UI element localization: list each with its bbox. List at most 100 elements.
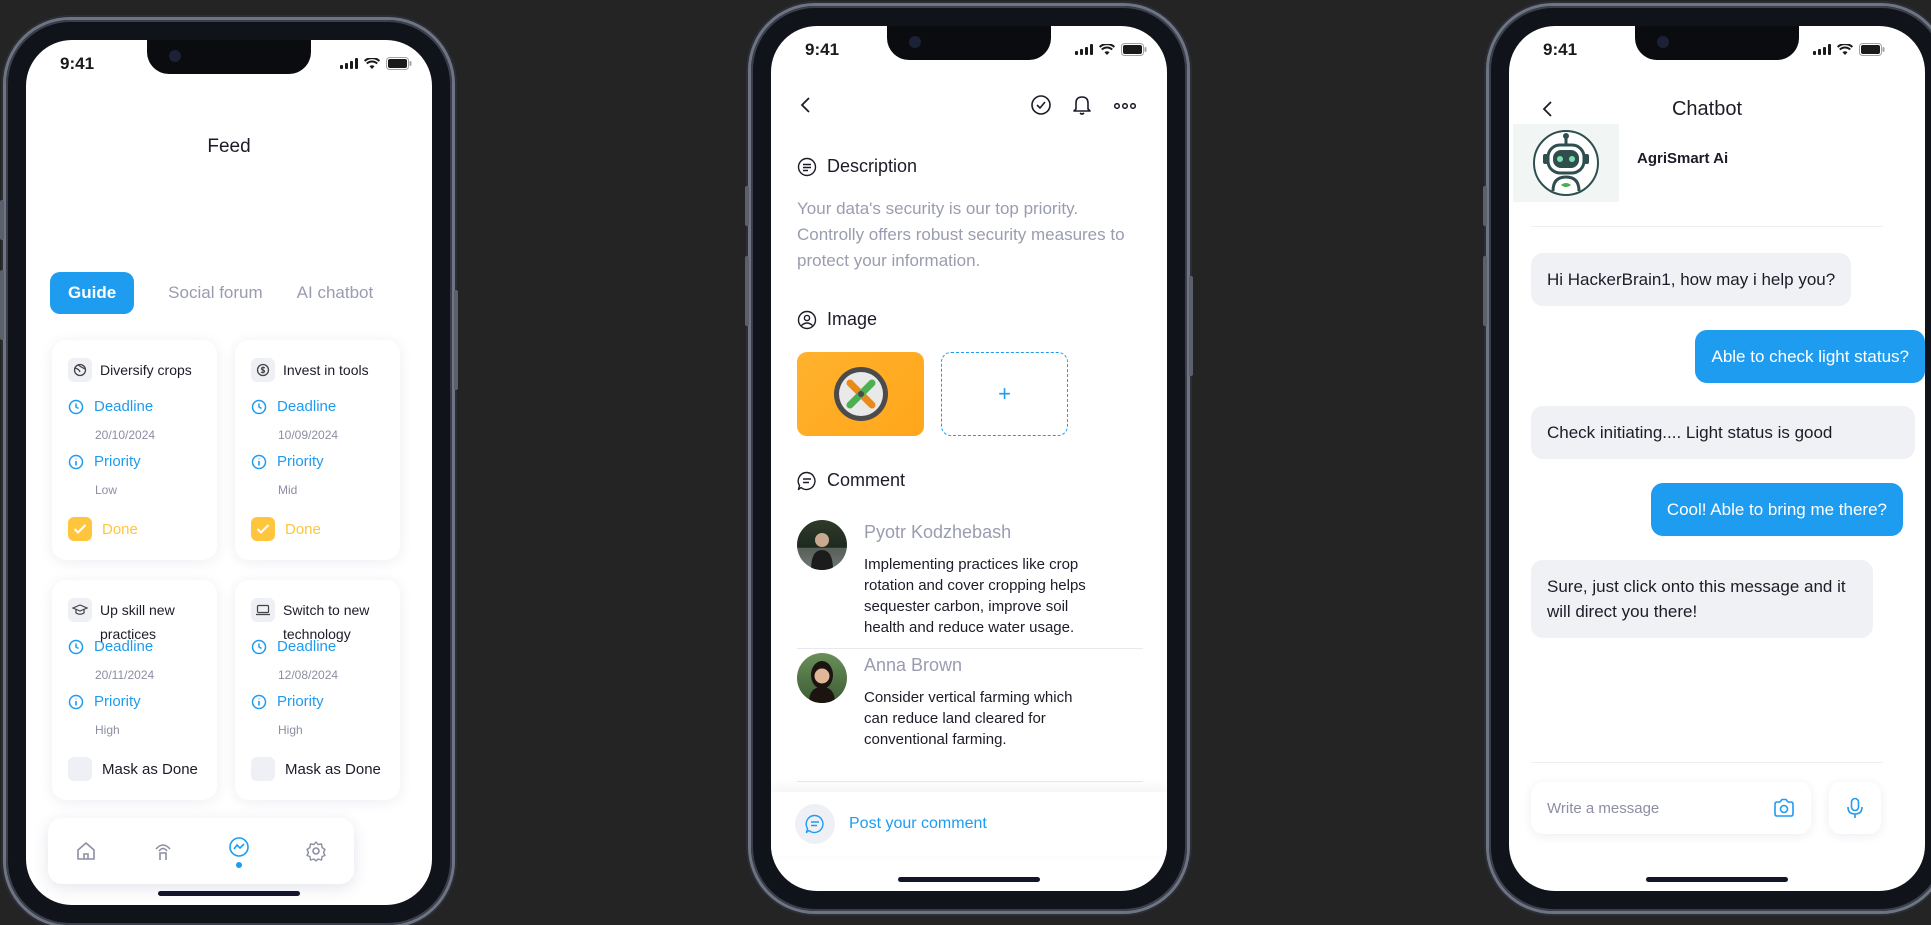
phone-detail: 9:41 Description Your data's security is…: [745, 6, 1193, 911]
check-icon: [68, 517, 92, 541]
battery-icon: [386, 57, 412, 70]
tools-icon: [833, 367, 888, 421]
graduation-cap-icon: [68, 598, 92, 622]
message-input[interactable]: Write a message: [1531, 782, 1811, 834]
screen: 9:41 Description Your data's security is…: [771, 26, 1167, 891]
tab-ai-chatbot[interactable]: AI chatbot: [297, 283, 374, 303]
deadline-value: 20/11/2024: [95, 668, 155, 682]
status-bar: 9:41: [1509, 40, 1925, 62]
side-button: [745, 186, 749, 226]
user-message[interactable]: Cool! Able to bring me there?: [1650, 483, 1903, 536]
deadline-value: 12/08/2024: [278, 668, 339, 682]
info-icon: [251, 454, 267, 469]
screen: 9:41 Feed Guide Social forum AI chatbot …: [26, 40, 432, 905]
wifi-icon: [1099, 43, 1115, 55]
task-card[interactable]: Invest in tools Deadline 10/09/2024 Prio…: [235, 340, 400, 560]
post-comment-bar[interactable]: Post your comment: [771, 792, 1167, 856]
comment-section: Comment: [797, 470, 905, 491]
info-icon: [68, 454, 84, 469]
add-image-button[interactable]: +: [941, 352, 1068, 436]
deadline-row: Deadline: [251, 638, 336, 655]
comment-heading: Comment: [827, 470, 906, 490]
home-indicator: [158, 891, 300, 896]
deadline-label: Deadline: [94, 638, 154, 655]
divider: [1531, 762, 1883, 763]
deadline-value: 10/09/2024: [278, 428, 339, 442]
card-header: Invest in tools: [251, 358, 369, 382]
more-icon[interactable]: [1114, 103, 1136, 109]
signal-icon: [340, 58, 358, 69]
activity-icon[interactable]: [228, 836, 250, 868]
signal-tower-icon[interactable]: [152, 840, 174, 862]
done-label: Done: [102, 520, 138, 538]
globe-icon: [68, 358, 92, 382]
image-heading: Image: [827, 309, 878, 329]
feed-tabs: Guide Social forum AI chatbot: [50, 272, 373, 314]
mark-done-toggle[interactable]: Mask as Done: [68, 757, 198, 781]
bottom-nav: [48, 818, 354, 884]
side-button: [454, 290, 458, 390]
bot-message[interactable]: Sure, just click onto this message and i…: [1531, 560, 1873, 638]
page-title: Chatbot: [1671, 98, 1743, 120]
clock-icon: [68, 399, 84, 414]
settings-icon[interactable]: [305, 840, 327, 862]
status-icons: [1075, 43, 1147, 56]
status-time: 9:41: [1543, 40, 1578, 59]
text-icon: [797, 157, 817, 176]
priority-value: High: [278, 723, 303, 737]
checkbox: [251, 757, 275, 781]
status-bar: 9:41: [26, 54, 432, 76]
info-icon: [68, 694, 84, 709]
clock-icon: [251, 399, 267, 414]
deadline-row: Deadline: [251, 398, 336, 415]
bot-avatar: [1513, 124, 1619, 202]
task-card[interactable]: Diversify crops Deadline 20/10/2024 Prio…: [52, 340, 217, 560]
description-text: Your data's security is our top priority…: [797, 199, 1125, 270]
bot-message[interactable]: Check initiating.... Light status is goo…: [1531, 406, 1915, 459]
side-button: [1483, 186, 1487, 226]
battery-icon: [1859, 43, 1885, 56]
status-icons: [1813, 43, 1885, 56]
image-icon: [797, 310, 817, 329]
mic-button[interactable]: [1829, 782, 1881, 834]
camera-icon[interactable]: [1773, 798, 1795, 818]
divider: [797, 781, 1143, 782]
signal-icon: [1075, 44, 1093, 55]
divider: [797, 648, 1143, 649]
mark-done-toggle[interactable]: Mask as Done: [251, 757, 381, 781]
status-time: 9:41: [60, 54, 95, 73]
comment-text: Consider vertical farming which can redu…: [864, 689, 1073, 748]
post-comment-placeholder: Post your comment: [849, 815, 987, 832]
description-section: Description: [797, 156, 917, 177]
done-toggle[interactable]: Done: [68, 517, 138, 541]
comment-item: Anna Brown Consider vertical farming whi…: [797, 653, 1079, 753]
bell-icon[interactable]: [1072, 94, 1092, 116]
priority-row: Priority: [68, 453, 141, 470]
tab-guide[interactable]: Guide: [50, 272, 135, 314]
task-card[interactable]: Up skill new practices Deadline 20/11/20…: [52, 580, 217, 800]
comment-item: Pyotr Kodzhebash Implementing practices …: [797, 520, 1086, 636]
signal-icon: [1813, 44, 1831, 55]
task-card[interactable]: Switch to new technology Deadline 12/08/…: [235, 580, 400, 800]
side-button: [0, 270, 4, 340]
deadline-label: Deadline: [277, 638, 337, 655]
priority-row: Priority: [251, 693, 324, 710]
back-icon[interactable]: [799, 96, 813, 114]
add-label: +: [998, 381, 1011, 406]
check-circle-icon[interactable]: [1030, 94, 1052, 116]
robot-icon: [1533, 130, 1599, 196]
screen: 9:41 Chatbot AgriSmart Ai Hi HackerBrain…: [1509, 26, 1925, 891]
home-icon[interactable]: [75, 840, 97, 862]
deadline-row: Deadline: [68, 398, 153, 415]
bot-message[interactable]: Hi HackerBrain1, how may i help you?: [1531, 253, 1852, 306]
image-thumbnail[interactable]: [797, 352, 924, 436]
done-label: Done: [285, 520, 321, 538]
priority-label: Priority: [277, 693, 324, 710]
done-toggle[interactable]: Done: [251, 517, 321, 541]
tab-social-forum[interactable]: Social forum: [168, 283, 262, 303]
user-message[interactable]: Able to check light status?: [1695, 330, 1925, 383]
deadline-value: 20/10/2024: [95, 428, 156, 442]
side-button: [745, 256, 749, 326]
bot-name: AgriSmart Ai: [1637, 150, 1729, 167]
phone-chatbot: 9:41 Chatbot AgriSmart Ai Hi HackerBrain…: [1483, 6, 1931, 911]
